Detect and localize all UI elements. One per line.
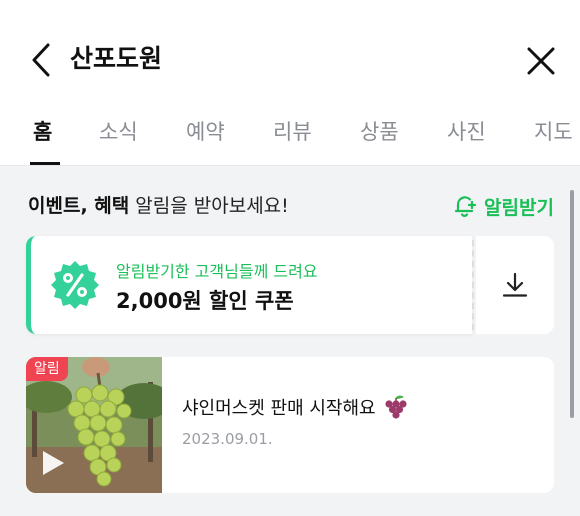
tab-bar: 홈 소식 예약 리뷰 상품 사진 지도 xyxy=(0,112,580,166)
tab-map[interactable]: 지도 xyxy=(534,112,573,166)
tab-home[interactable]: 홈 xyxy=(33,112,52,166)
tab-reservation[interactable]: 예약 xyxy=(186,112,225,166)
tab-products[interactable]: 상품 xyxy=(360,112,399,166)
bell-plus-icon xyxy=(454,196,477,217)
play-icon xyxy=(43,451,64,475)
tab-reviews[interactable]: 리뷰 xyxy=(273,112,312,166)
news-card[interactable]: 알림 샤인머스켓 판매 시작해요 2023.09.01. xyxy=(26,357,554,493)
chevron-left-icon xyxy=(32,43,50,77)
notification-prompt: 이벤트, 혜택 알림을 받아보세요! xyxy=(28,193,289,219)
tab-news[interactable]: 소식 xyxy=(99,112,138,166)
percent-badge-icon xyxy=(51,261,99,309)
active-tab-indicator xyxy=(30,162,60,165)
coupon-subtitle: 알림받기한 고객님들께 드려요 xyxy=(116,262,318,281)
news-thumbnail: 알림 xyxy=(26,357,162,493)
scrollbar[interactable] xyxy=(570,190,574,418)
app-bar: 산포도원 xyxy=(0,0,580,112)
close-icon xyxy=(527,47,555,75)
news-title-text: 샤인머스켓 판매 시작해요 xyxy=(182,398,376,419)
page-title: 산포도원 xyxy=(70,44,163,73)
news-date: 2023.09.01. xyxy=(182,430,273,448)
grape-emoji-icon xyxy=(385,395,407,419)
coupon-divider xyxy=(472,240,474,330)
download-icon xyxy=(502,272,528,297)
notification-prompt-text: 알림을 받아보세요! xyxy=(129,195,289,217)
coupon-card[interactable]: 알림받기한 고객님들께 드려요 2,000원 할인 쿠폰 xyxy=(26,236,472,334)
close-button[interactable] xyxy=(522,42,560,80)
notify-button[interactable]: 알림받기 xyxy=(452,193,554,219)
news-title: 샤인머스켓 판매 시작해요 xyxy=(182,394,410,420)
tab-photos[interactable]: 사진 xyxy=(447,112,486,166)
back-button[interactable] xyxy=(26,42,56,78)
coupon-download-button[interactable] xyxy=(476,236,554,334)
news-badge: 알림 xyxy=(26,357,68,381)
coupon-title: 2,000원 할인 쿠폰 xyxy=(116,289,294,313)
notify-button-label: 알림받기 xyxy=(484,196,554,219)
notification-prompt-highlight: 이벤트, 혜택 xyxy=(28,195,130,217)
